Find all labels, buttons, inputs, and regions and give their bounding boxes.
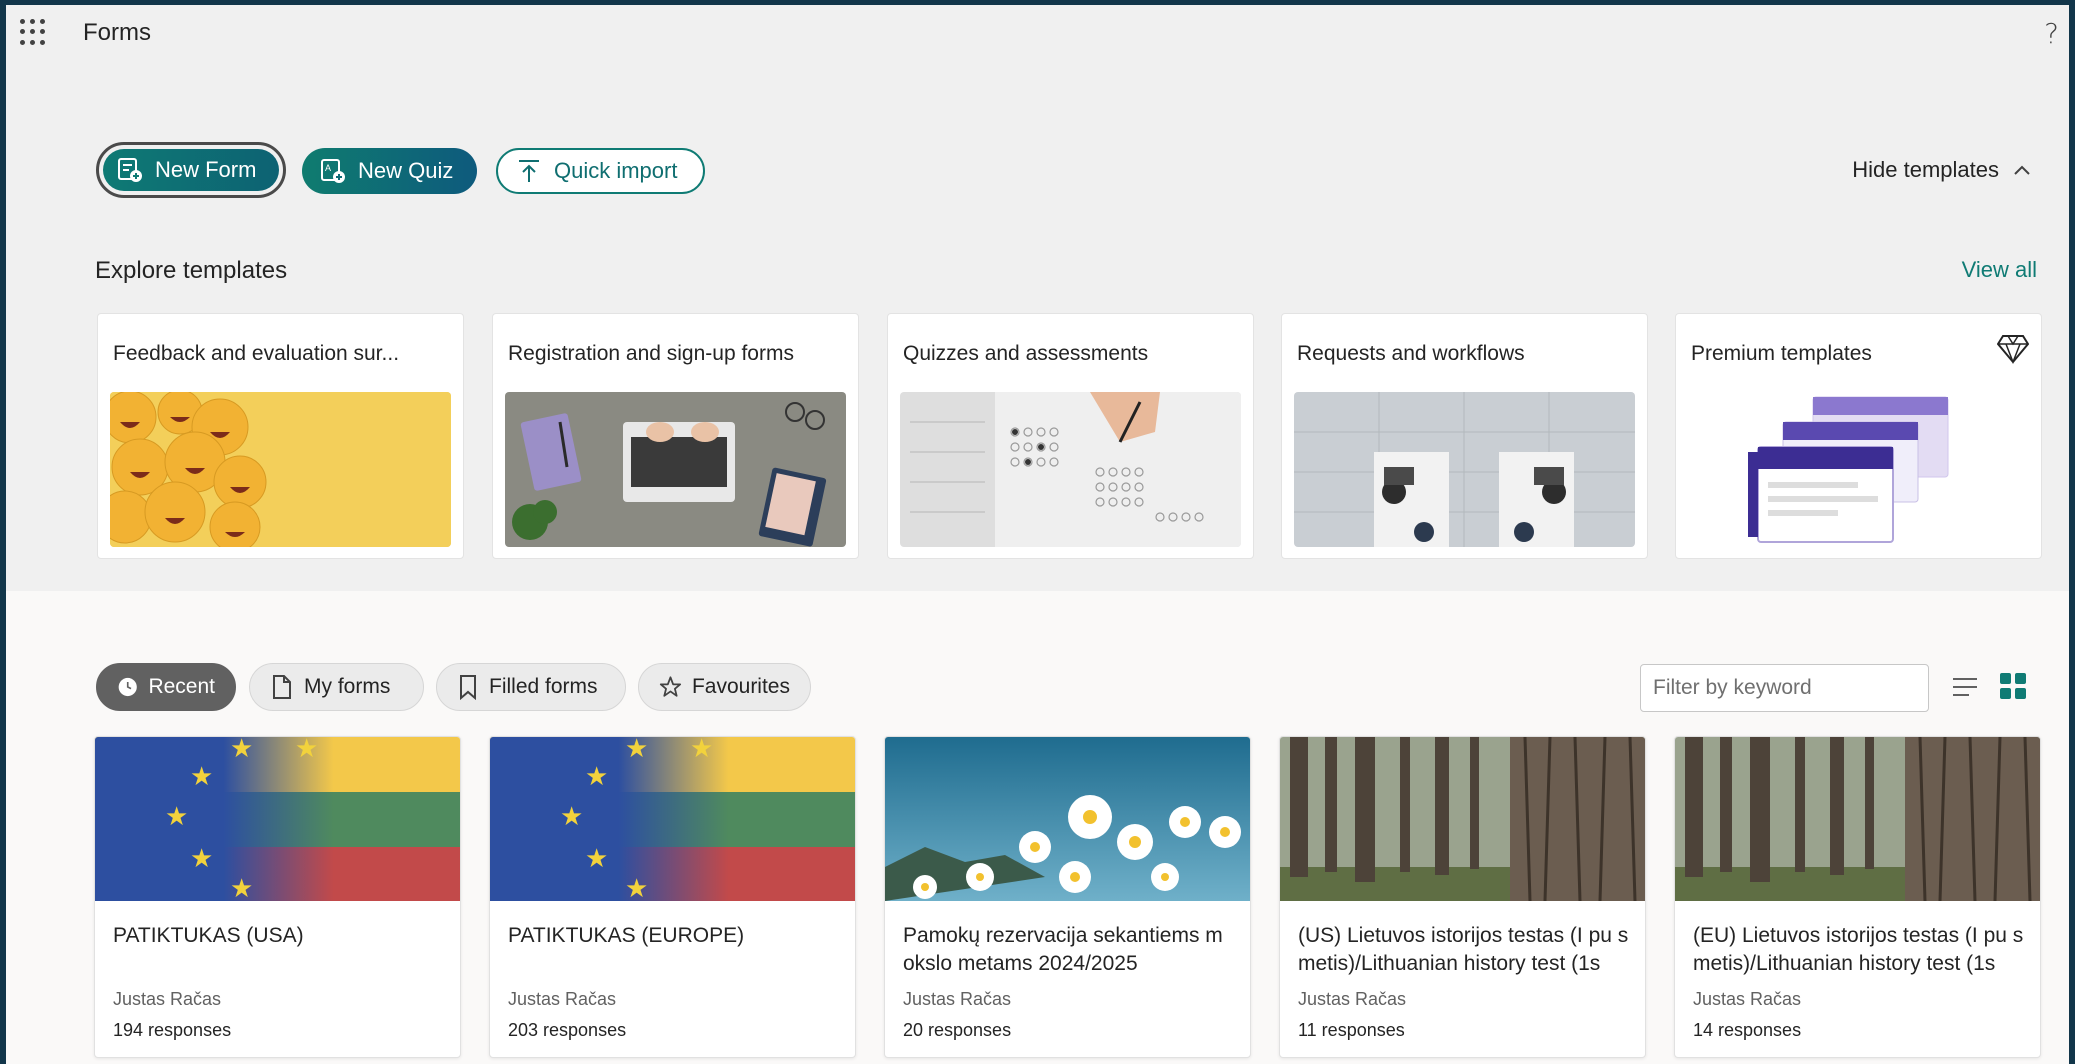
svg-text:A: A [325, 163, 331, 173]
form-title: (EU) Lietuvos istorijos testas (I pu sme… [1693, 924, 2024, 975]
svg-text:★: ★ [295, 737, 318, 763]
eu-lithuania-flag-image: ★ ★ ★ ★ ★ ★ [490, 737, 855, 901]
chevron-up-icon [2014, 165, 2030, 175]
new-form-label: New Form [155, 157, 257, 182]
svg-text:★: ★ [230, 737, 253, 763]
app-launcher-icon[interactable] [20, 19, 46, 45]
form-owner: Justas Račas [508, 989, 617, 1009]
template-card-quizzes[interactable]: Quizzes and assessments [887, 313, 1254, 559]
form-responses: 14 responses [1693, 1020, 1802, 1040]
form-card[interactable]: ★ ★ ★ ★ ★ ★ PATIKTUKAS (EUROPE) Justas Rača… [489, 736, 856, 1058]
feedback-template-image [110, 392, 451, 547]
grid-view-icon[interactable] [2000, 673, 2026, 699]
requests-template-image [1294, 392, 1635, 547]
tab-label: Recent [148, 675, 215, 698]
bookmark-icon [460, 675, 476, 700]
view-all-link[interactable]: View all [1962, 257, 2037, 283]
clock-icon [118, 677, 137, 697]
form-title: (US) Lietuvos istorijos testas (I pu sme… [1298, 924, 1629, 975]
tab-favourites[interactable]: Favourites [638, 663, 811, 711]
svg-text:★: ★ [585, 843, 608, 873]
form-responses: 11 responses [1298, 1020, 1405, 1040]
quick-import-label: Quick import [554, 158, 678, 183]
eu-lithuania-flag-image: ★ ★ ★ ★ ★ ★ [95, 737, 460, 901]
template-label: Quizzes and assessments [903, 342, 1149, 365]
tab-label: Filled forms [489, 675, 598, 698]
tab-label: Favourites [691, 675, 790, 698]
tab-recent[interactable]: Recent [96, 663, 236, 711]
forest-image [1675, 737, 2040, 901]
app-title: Forms [83, 19, 151, 46]
svg-text:★: ★ [625, 737, 648, 763]
form-card[interactable]: Pamokų rezervacija sekantiems m okslo me… [884, 736, 1251, 1058]
diamond-icon [1997, 335, 2029, 364]
registration-template-image [505, 392, 846, 547]
form-responses: 203 responses [508, 1020, 627, 1040]
upload-icon [519, 160, 539, 182]
explore-templates-title: Explore templates [95, 257, 288, 284]
form-card[interactable]: (EU) Lietuvos istorijos testas (I pu sme… [1674, 736, 2041, 1058]
template-card-feedback[interactable]: Feedback and evaluation sur... [97, 313, 464, 559]
tab-filled-forms[interactable]: Filled forms [436, 663, 626, 711]
quizzes-template-image [900, 392, 1241, 547]
quick-import-button[interactable]: Quick import [496, 148, 705, 194]
svg-text:★: ★ [190, 843, 213, 873]
tab-my-forms[interactable]: My forms [249, 663, 424, 711]
form-owner: Justas Račas [1693, 989, 1802, 1009]
help-icon[interactable]: ? [2044, 17, 2059, 50]
list-view-icon[interactable] [1952, 675, 1978, 699]
template-card-requests[interactable]: Requests and workflows [1281, 313, 1648, 559]
hide-templates-label: Hide templates [1852, 157, 1999, 182]
document-icon [273, 675, 291, 699]
template-label: Requests and workflows [1297, 342, 1525, 365]
hide-templates-toggle[interactable]: Hide templates [1852, 157, 2031, 183]
form-title: PATIKTUKAS (EUROPE) [508, 924, 745, 947]
svg-text:★: ★ [165, 801, 188, 831]
form-responses: 194 responses [113, 1020, 232, 1040]
template-label: Registration and sign-up forms [508, 342, 794, 365]
premium-template-image [1688, 392, 2029, 547]
tab-label: My forms [304, 675, 391, 698]
daisies-image [885, 737, 1250, 901]
template-card-registration[interactable]: Registration and sign-up forms [492, 313, 859, 559]
form-owner: Justas Račas [1298, 989, 1407, 1009]
template-card-premium[interactable]: Premium templates [1675, 313, 2042, 559]
svg-text:★: ★ [585, 761, 608, 791]
form-card[interactable]: ★ ★ ★ ★ ★ ★ PATIKTUKAS (USA) Justas Račas 1… [94, 736, 461, 1058]
new-quiz-icon: A [321, 159, 345, 183]
svg-text:★: ★ [230, 873, 253, 901]
new-quiz-button[interactable]: A New Quiz [302, 148, 477, 194]
template-label: Premium templates [1691, 342, 1872, 365]
star-icon [659, 676, 682, 697]
new-quiz-label: New Quiz [358, 158, 454, 183]
svg-text:★: ★ [690, 737, 713, 763]
form-owner: Justas Račas [903, 989, 1012, 1009]
form-responses: 20 responses [903, 1020, 1012, 1040]
svg-text:★: ★ [190, 761, 213, 791]
form-owner: Justas Račas [113, 989, 222, 1009]
filter-keyword-input[interactable] [1640, 664, 1929, 712]
form-title: PATIKTUKAS (USA) [113, 924, 304, 947]
forest-image [1280, 737, 1645, 901]
svg-text:★: ★ [560, 801, 583, 831]
new-form-icon [118, 158, 142, 182]
template-label: Feedback and evaluation sur... [113, 342, 400, 365]
forms-window: Forms ? New Form A New Quiz Quick import… [6, 5, 2069, 1064]
form-card[interactable]: (US) Lietuvos istorijos testas (I pu sme… [1279, 736, 1646, 1058]
top-bar: Forms ? [6, 5, 2069, 61]
svg-text:★: ★ [625, 873, 648, 901]
form-title: Pamokų rezervacija sekantiems m okslo me… [903, 924, 1223, 975]
new-form-button[interactable]: New Form [96, 142, 286, 198]
